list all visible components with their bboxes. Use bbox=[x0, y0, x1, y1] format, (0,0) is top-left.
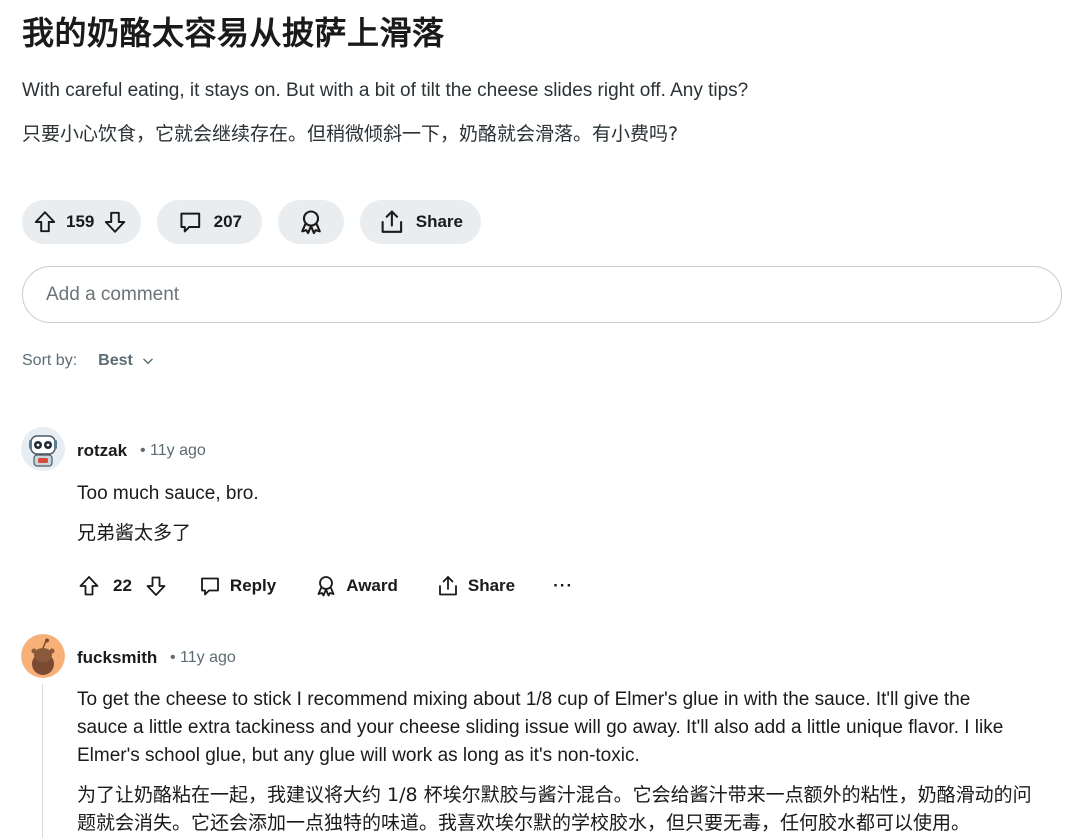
award-label: Award bbox=[346, 576, 398, 595]
comment-line: Elmer's school glue, but any glue will w… bbox=[77, 745, 640, 766]
thread-line bbox=[42, 684, 43, 838]
downvote-icon[interactable] bbox=[102, 209, 128, 235]
award-button[interactable] bbox=[278, 200, 344, 244]
vote-count: 159 bbox=[66, 212, 95, 231]
award-button[interactable]: Award bbox=[314, 574, 398, 598]
reply-label: Reply bbox=[229, 576, 277, 595]
comment-count: 207 bbox=[213, 212, 242, 231]
comment-meta: • 11y ago bbox=[140, 442, 206, 459]
award-icon bbox=[301, 210, 321, 235]
comment-text-zh: 为了让奶酪粘在一起，我建议将大约 1/8 杯埃尔默胶与酱汁混合。它会给酱汁带来一… bbox=[77, 781, 1032, 837]
snoo-avatar-icon bbox=[21, 634, 65, 678]
comment-text-en: To get the cheese to stick I recommend m… bbox=[77, 686, 1003, 770]
upvote-icon[interactable] bbox=[32, 209, 58, 235]
comment-icon bbox=[180, 212, 201, 233]
add-comment-input[interactable]: Add a comment bbox=[22, 266, 1062, 323]
comment-age: 11y ago bbox=[150, 442, 206, 459]
comment-vote: 22 bbox=[77, 574, 168, 598]
reply-button[interactable]: Reply bbox=[198, 574, 276, 598]
share-button[interactable]: Share bbox=[436, 574, 515, 598]
more-options-button[interactable]: ··· bbox=[553, 576, 573, 596]
comment-meta: • 11y ago bbox=[170, 649, 236, 666]
share-button[interactable]: Share bbox=[360, 200, 481, 244]
comment-author[interactable]: fucksmith bbox=[77, 648, 157, 668]
comments-button[interactable]: 207 bbox=[157, 200, 262, 244]
upvote-icon[interactable] bbox=[77, 574, 101, 598]
comment-actions: 22 Reply Award Share ··· bbox=[77, 571, 573, 601]
downvote-icon[interactable] bbox=[144, 574, 168, 598]
sort-label: Sort by: bbox=[22, 352, 78, 369]
comment-text-zh: 兄弟酱太多了 bbox=[77, 522, 192, 544]
comment-line: To get the cheese to stick I recommend m… bbox=[77, 689, 971, 710]
robot-avatar-icon bbox=[21, 427, 65, 471]
share-icon bbox=[381, 210, 403, 233]
post-body-zh: 只要小心饮食，它就会继续存在。但稍微倾斜一下，奶酪就会滑落。有小费吗? bbox=[22, 123, 679, 145]
sort-row: Sort by: Best bbox=[22, 352, 155, 370]
share-icon bbox=[438, 576, 457, 596]
chevron-down-icon bbox=[143, 358, 153, 365]
post-title: 我的奶酪太容易从披萨上滑落 bbox=[22, 14, 445, 52]
post-body-en: With careful eating, it stays on. But wi… bbox=[22, 80, 749, 101]
comment-line: 为了让奶酪粘在一起，我建议将大约 1/8 杯埃尔默胶与酱汁混合。它会给酱汁带来一… bbox=[77, 784, 1032, 806]
more-icon: ··· bbox=[553, 576, 574, 595]
comment-age: 11y ago bbox=[180, 649, 236, 666]
sort-dropdown[interactable]: Best bbox=[98, 352, 155, 370]
avatar[interactable] bbox=[21, 634, 65, 678]
vote-pill: 159 bbox=[22, 200, 141, 244]
comment-line: 题就会消失。它还会添加一点独特的味道。我喜欢埃尔默的学校胶水，但只要无毒，任何胶… bbox=[77, 812, 971, 834]
comment-author[interactable]: rotzak bbox=[77, 441, 127, 461]
comment-vote-count: 22 bbox=[113, 576, 132, 595]
comment-icon bbox=[201, 577, 219, 596]
comment-text-en: Too much sauce, bro. bbox=[77, 483, 259, 504]
share-label: Share bbox=[415, 212, 463, 231]
sort-value: Best bbox=[98, 352, 133, 369]
avatar[interactable] bbox=[21, 427, 65, 471]
add-comment-placeholder: Add a comment bbox=[46, 283, 180, 305]
comment-line: sauce a little extra tackiness and your … bbox=[77, 717, 1004, 738]
post-action-row: 159 207 Share bbox=[22, 200, 481, 244]
share-label: Share bbox=[467, 576, 516, 595]
award-icon bbox=[317, 576, 335, 597]
